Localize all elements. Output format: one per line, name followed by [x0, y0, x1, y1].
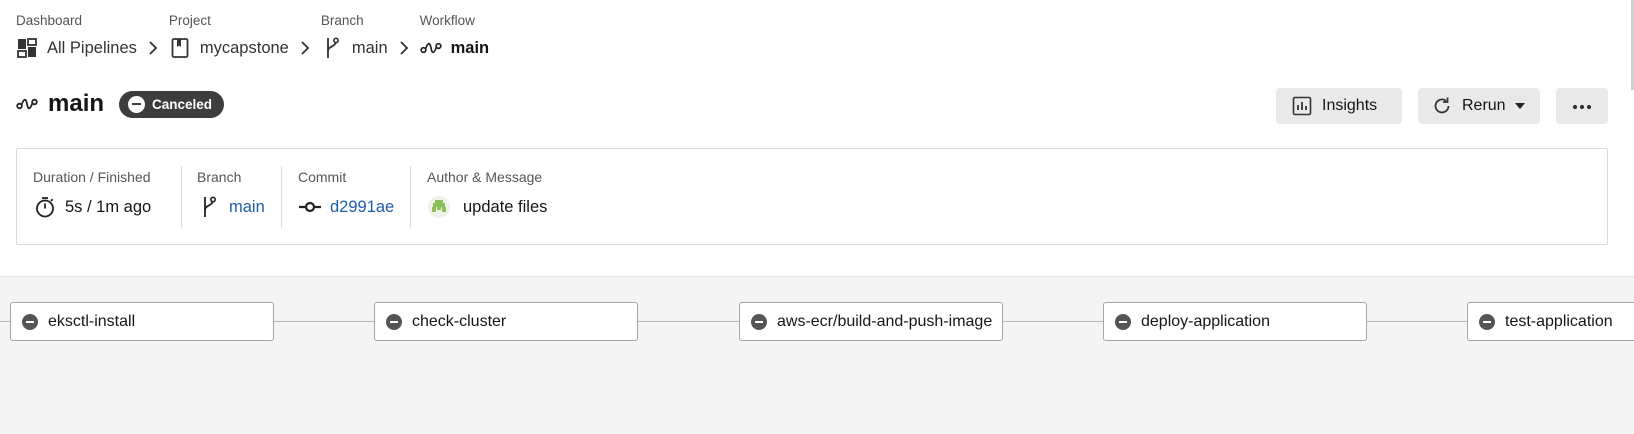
- divider: [281, 166, 282, 228]
- branch-link[interactable]: main: [321, 34, 388, 62]
- pipeline-info-card: Duration / Finished 5s / 1m ago Branch m…: [16, 148, 1608, 245]
- canceled-icon: [22, 313, 38, 330]
- branch-label: Branch: [197, 169, 242, 185]
- more-options-button[interactable]: [1556, 88, 1608, 124]
- commit-icon: [298, 195, 322, 219]
- divider: [410, 166, 411, 228]
- breadcrumb-workflow: Workflow main: [420, 13, 490, 62]
- workflow-icon: [16, 93, 38, 115]
- breadcrumb-label: Dashboard: [16, 13, 83, 28]
- job-check-cluster[interactable]: check-cluster: [374, 302, 638, 341]
- breadcrumb: Dashboard All Pipelines Project mycapsto…: [16, 13, 489, 62]
- job-name: aws-ecr/build-and-push-image: [777, 312, 993, 330]
- branch-icon: [197, 195, 221, 219]
- canceled-icon: [128, 95, 146, 113]
- job-name: check-cluster: [412, 312, 507, 330]
- duration-value: 5s / 1m ago: [33, 193, 151, 221]
- job-name: deploy-application: [1141, 312, 1270, 330]
- author-label: Author & Message: [427, 169, 543, 185]
- commit-message: update files: [463, 197, 548, 216]
- avatar: [427, 195, 451, 219]
- dashboard-icon: [16, 37, 38, 59]
- page-title: main: [48, 90, 105, 117]
- branch-link[interactable]: main: [229, 198, 265, 217]
- job-deploy-application[interactable]: deploy-application: [1103, 302, 1367, 341]
- project-icon: [169, 37, 191, 59]
- breadcrumb-value: main: [450, 38, 490, 57]
- breadcrumb-label: Workflow: [419, 13, 475, 28]
- job-name: eksctl-install: [48, 312, 136, 330]
- all-pipelines-link[interactable]: All Pipelines: [16, 34, 137, 62]
- commit-link[interactable]: d2991ae: [330, 198, 394, 217]
- breadcrumb-dashboard: Dashboard All Pipelines: [16, 13, 137, 62]
- canceled-icon: [386, 313, 402, 330]
- commit-label: Commit: [298, 169, 347, 185]
- workflow-link[interactable]: main: [419, 34, 490, 62]
- duration-text: 5s / 1m ago: [65, 197, 152, 216]
- workflow-icon: [419, 37, 442, 59]
- chevron-right-icon: [137, 34, 169, 62]
- breadcrumb-value: All Pipelines: [47, 38, 137, 57]
- connector-line: [274, 321, 374, 322]
- insights-button[interactable]: Insights: [1276, 88, 1402, 124]
- timer-icon: [33, 195, 57, 219]
- connector-line: [638, 321, 739, 322]
- breadcrumb-label: Branch: [320, 13, 364, 28]
- chevron-right-icon: [289, 34, 321, 62]
- chart-icon: [1292, 96, 1312, 116]
- breadcrumb-label: Project: [168, 13, 211, 28]
- breadcrumb-value: main: [351, 38, 388, 57]
- connector-line: [0, 321, 10, 322]
- status-label: Canceled: [152, 96, 213, 112]
- more-icon: [1572, 97, 1592, 115]
- insights-label: Insights: [1322, 97, 1378, 114]
- job-name: test-application: [1505, 312, 1613, 330]
- author-value: update files: [427, 193, 547, 221]
- commit-value: d2991ae: [298, 193, 394, 221]
- duration-label: Duration / Finished: [33, 169, 151, 185]
- breadcrumb-branch: Branch main: [321, 13, 388, 62]
- job-test-application[interactable]: test-application: [1467, 302, 1634, 341]
- rerun-button[interactable]: Rerun: [1418, 88, 1540, 124]
- workflow-graph: eksctl-install check-cluster aws-ecr/bui…: [0, 276, 1634, 434]
- page-header: main Canceled: [16, 90, 225, 118]
- branch-icon: [321, 37, 343, 59]
- canceled-icon: [751, 313, 767, 330]
- branch-value: main: [197, 193, 265, 221]
- job-aws-ecr-build-and-push-image[interactable]: aws-ecr/build-and-push-image: [739, 302, 1003, 341]
- divider: [181, 166, 182, 228]
- refresh-icon: [1432, 96, 1452, 116]
- canceled-icon: [1479, 313, 1495, 330]
- breadcrumb-project: Project mycapstone: [169, 13, 289, 62]
- job-eksctl-install[interactable]: eksctl-install: [10, 302, 274, 341]
- chevron-right-icon: [388, 34, 420, 62]
- connector-line: [1003, 321, 1104, 322]
- canceled-icon: [1115, 313, 1131, 330]
- status-badge: Canceled: [119, 90, 225, 118]
- chevron-down-icon: [1514, 103, 1525, 109]
- project-link[interactable]: mycapstone: [169, 34, 289, 62]
- connector-line: [1367, 321, 1468, 322]
- rerun-label: Rerun: [1462, 97, 1506, 114]
- breadcrumb-value: mycapstone: [199, 38, 289, 57]
